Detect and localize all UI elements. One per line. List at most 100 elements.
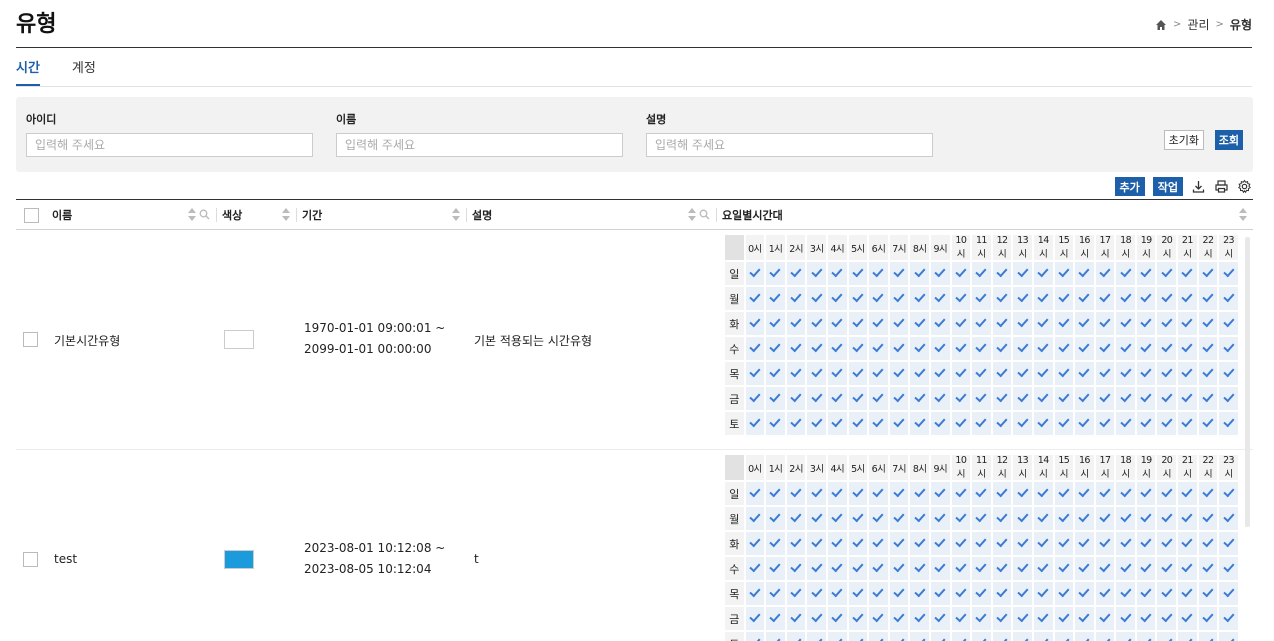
schedule-cell[interactable] (1219, 387, 1238, 410)
schedule-cell[interactable] (1116, 482, 1135, 505)
schedule-cell[interactable] (869, 632, 888, 641)
schedule-cell[interactable] (807, 387, 826, 410)
schedule-cell[interactable] (1033, 482, 1053, 505)
schedule-cell[interactable] (766, 582, 785, 605)
schedule-cell[interactable] (1178, 607, 1197, 630)
schedule-cell[interactable] (1013, 482, 1032, 505)
schedule-cell[interactable] (786, 262, 806, 285)
schedule-cell[interactable] (1116, 387, 1135, 410)
schedule-cell[interactable] (951, 412, 971, 435)
schedule-cell[interactable] (848, 262, 868, 285)
schedule-cell[interactable] (1136, 607, 1156, 630)
schedule-cell[interactable] (745, 287, 765, 310)
download-icon[interactable] (1191, 179, 1206, 194)
schedule-cell[interactable] (889, 632, 909, 641)
schedule-cell[interactable] (1075, 582, 1094, 605)
schedule-cell[interactable] (910, 557, 929, 580)
schedule-cell[interactable] (827, 262, 847, 285)
schedule-cell[interactable] (1136, 532, 1156, 555)
gear-icon[interactable] (1237, 179, 1252, 194)
schedule-cell[interactable] (1198, 607, 1218, 630)
schedule-cell[interactable] (848, 312, 868, 335)
schedule-cell[interactable] (827, 312, 847, 335)
schedule-cell[interactable] (910, 507, 929, 530)
work-button[interactable]: 작업 (1152, 177, 1183, 196)
schedule-cell[interactable] (869, 412, 888, 435)
sort-icon[interactable] (688, 208, 696, 222)
schedule-cell[interactable] (1219, 632, 1238, 641)
schedule-cell[interactable] (951, 632, 971, 641)
schedule-cell[interactable] (910, 582, 929, 605)
schedule-cell[interactable] (869, 387, 888, 410)
schedule-cell[interactable] (1013, 557, 1032, 580)
schedule-cell[interactable] (1095, 482, 1115, 505)
schedule-cell[interactable] (930, 557, 950, 580)
schedule-cell[interactable] (807, 337, 826, 360)
search-icon[interactable] (199, 209, 210, 220)
schedule-cell[interactable] (910, 337, 929, 360)
schedule-cell[interactable] (951, 557, 971, 580)
schedule-cell[interactable] (1198, 337, 1218, 360)
schedule-cell[interactable] (807, 532, 826, 555)
schedule-cell[interactable] (827, 632, 847, 641)
schedule-cell[interactable] (827, 532, 847, 555)
schedule-cell[interactable] (1095, 362, 1115, 385)
schedule-cell[interactable] (951, 262, 971, 285)
schedule-cell[interactable] (1116, 582, 1135, 605)
schedule-cell[interactable] (827, 387, 847, 410)
schedule-cell[interactable] (827, 607, 847, 630)
schedule-cell[interactable] (1054, 532, 1074, 555)
schedule-cell[interactable] (972, 412, 991, 435)
schedule-cell[interactable] (1095, 607, 1115, 630)
schedule-cell[interactable] (889, 482, 909, 505)
schedule-cell[interactable] (1198, 362, 1218, 385)
schedule-cell[interactable] (1136, 287, 1156, 310)
schedule-cell[interactable] (1033, 632, 1053, 641)
search-icon[interactable] (699, 209, 710, 220)
sort-icon[interactable] (282, 208, 290, 222)
schedule-cell[interactable] (1095, 287, 1115, 310)
schedule-cell[interactable] (1013, 532, 1032, 555)
schedule-cell[interactable] (827, 482, 847, 505)
schedule-cell[interactable] (1095, 532, 1115, 555)
schedule-cell[interactable] (827, 362, 847, 385)
schedule-cell[interactable] (807, 287, 826, 310)
print-icon[interactable] (1214, 179, 1229, 194)
schedule-cell[interactable] (1157, 287, 1177, 310)
schedule-cell[interactable] (889, 532, 909, 555)
schedule-cell[interactable] (745, 362, 765, 385)
reset-button[interactable]: 초기화 (1163, 130, 1204, 150)
schedule-cell[interactable] (910, 387, 929, 410)
schedule-cell[interactable] (745, 607, 765, 630)
schedule-cell[interactable] (910, 412, 929, 435)
schedule-cell[interactable] (1033, 387, 1053, 410)
schedule-cell[interactable] (1033, 532, 1053, 555)
schedule-cell[interactable] (1033, 507, 1053, 530)
schedule-cell[interactable] (1033, 607, 1053, 630)
schedule-cell[interactable] (827, 507, 847, 530)
schedule-cell[interactable] (1013, 312, 1032, 335)
schedule-cell[interactable] (1095, 262, 1115, 285)
schedule-cell[interactable] (1075, 532, 1094, 555)
schedule-cell[interactable] (889, 337, 909, 360)
schedule-cell[interactable] (889, 557, 909, 580)
schedule-cell[interactable] (1136, 632, 1156, 641)
schedule-cell[interactable] (992, 362, 1012, 385)
schedule-cell[interactable] (807, 482, 826, 505)
schedule-cell[interactable] (848, 632, 868, 641)
schedule-cell[interactable] (786, 287, 806, 310)
add-button[interactable]: 추가 (1114, 177, 1145, 196)
schedule-cell[interactable] (1116, 607, 1135, 630)
schedule-cell[interactable] (869, 557, 888, 580)
schedule-cell[interactable] (930, 507, 950, 530)
schedule-cell[interactable] (1095, 632, 1115, 641)
schedule-cell[interactable] (1116, 312, 1135, 335)
schedule-cell[interactable] (1136, 337, 1156, 360)
schedule-cell[interactable] (1219, 482, 1238, 505)
schedule-cell[interactable] (972, 312, 991, 335)
schedule-cell[interactable] (786, 632, 806, 641)
schedule-cell[interactable] (1116, 412, 1135, 435)
schedule-cell[interactable] (848, 507, 868, 530)
schedule-cell[interactable] (930, 337, 950, 360)
schedule-cell[interactable] (910, 607, 929, 630)
